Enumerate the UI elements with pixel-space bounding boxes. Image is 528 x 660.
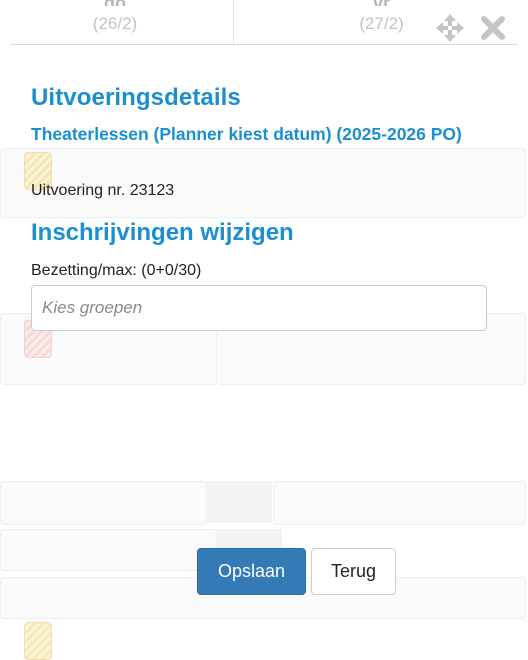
day-date: (26/2): [92, 14, 138, 33]
performance-number: Uitvoering nr. 23123: [31, 182, 175, 199]
save-button[interactable]: Opslaan: [197, 548, 306, 595]
activity-title: Theaterlessen (Planner kiest datum) (202…: [31, 124, 462, 144]
day-name: do: [0, 0, 230, 6]
close-icon[interactable]: [477, 12, 509, 44]
day-name: vr: [234, 0, 528, 6]
page-title: Uitvoeringsdetails: [31, 84, 241, 111]
move-icon[interactable]: [434, 12, 466, 44]
occupancy-label: Bezetting/max: (0+0/30): [31, 262, 202, 279]
day-column-header: do (26/2): [0, 0, 230, 44]
performance-details-dialog: Uitvoeringsdetails Theaterlessen (Planne…: [0, 48, 528, 648]
groups-select-input[interactable]: [31, 285, 487, 331]
header-divider: [10, 44, 518, 45]
section-title: Inschrijvingen wijzigen: [31, 219, 294, 246]
back-button[interactable]: Terug: [311, 548, 396, 595]
